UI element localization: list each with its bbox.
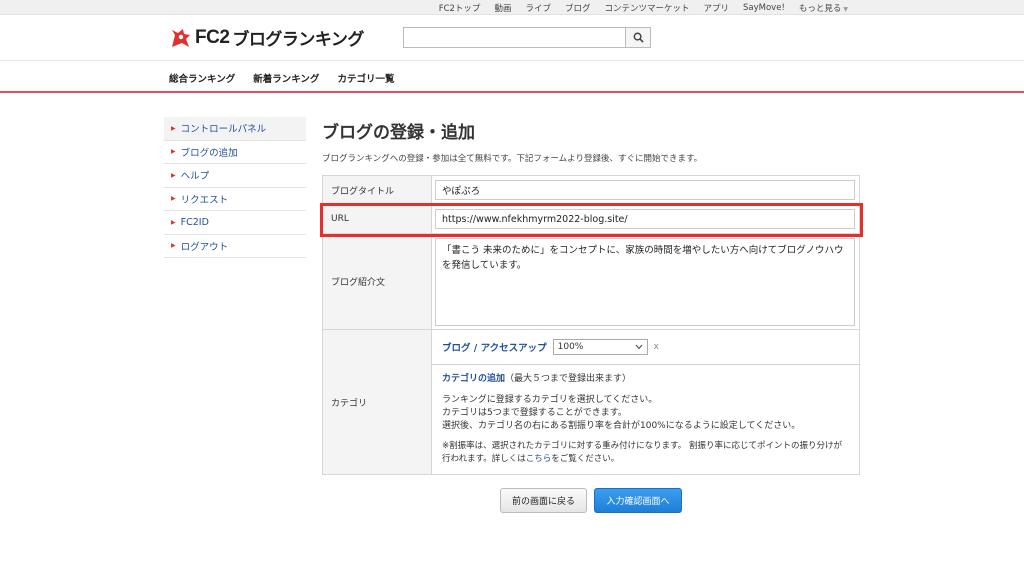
form-actions: 前の画面に戻る 入力確認画面へ: [500, 488, 682, 513]
sidebar-item-label: ヘルプ: [180, 171, 210, 183]
page-intro: ブログランキングへの登録・参加は全て無料です。下記フォームより登録後、すぐに開始…: [322, 154, 703, 164]
category-add-section: カテゴリの追加（最大５つまで登録出来ます） ランキングに登録するカテゴリを選択し…: [432, 365, 859, 474]
topnav-saymove[interactable]: SayMove!: [743, 3, 785, 13]
ratio-note-suffix: をご覧ください。: [551, 454, 620, 464]
main-nav: 総合ランキング 新着ランキング カテゴリ一覧: [0, 62, 1024, 93]
category-help-2: カテゴリは5つまで登録することができます。: [442, 408, 627, 418]
ratio-note: ※割振率は、選択されたカテゴリに対する重み付けになります。 割振り率に応じてポイ…: [442, 440, 849, 466]
add-category-note: （最大５つまで登録出来ます）: [505, 374, 632, 384]
category-help-1: ランキングに登録するカテゴリを選択してください。: [442, 395, 658, 405]
sidebar-item-help[interactable]: ▶ ヘルプ: [164, 164, 306, 188]
sidebar-item-fc2id[interactable]: ▶ FC2ID: [164, 211, 306, 235]
category-help-3: 選択後、カテゴリ名の右にある割振り率を合計が100%になるように設定してください…: [442, 421, 801, 431]
arrow-right-icon: ▶: [171, 148, 176, 156]
remove-category-button[interactable]: x: [654, 342, 659, 352]
form-row-blog-title: ブログタイトル: [323, 176, 859, 205]
description-textarea[interactable]: 「書こう 未来のために」をコンセプトに、家族の時間を増やしたい方へ向けてブログノ…: [435, 238, 855, 326]
sidebar-item-label: リクエスト: [180, 194, 229, 206]
chevron-down-icon: [635, 344, 643, 350]
add-category-link[interactable]: カテゴリの追加: [442, 374, 505, 384]
category-ratio-select[interactable]: 100%: [552, 339, 648, 355]
arrow-right-icon: ▶: [171, 195, 176, 203]
page-title: ブログの登録・追加: [322, 123, 475, 143]
topnav-video[interactable]: 動画: [494, 2, 511, 14]
topnav-more-label: もっと見る: [798, 3, 842, 14]
sidebar-item-label: コントロールパネル: [180, 124, 267, 136]
search-button[interactable]: [625, 27, 651, 48]
arrow-right-icon: ▶: [171, 124, 176, 132]
logo-fc2-text: FC2: [195, 26, 230, 48]
nav-new-ranking[interactable]: 新着ランキング: [253, 71, 319, 85]
arrow-right-icon: ▶: [171, 242, 176, 250]
arrow-right-icon: ▶: [171, 171, 176, 179]
topnav-more[interactable]: もっと見る ▼: [799, 2, 848, 14]
topnav-content-market[interactable]: コンテンツマーケット: [604, 2, 689, 14]
sidebar-item-label: FC2ID: [180, 216, 209, 228]
chevron-down-icon: ▼: [843, 5, 848, 13]
topnav-fc2top[interactable]: FC2トップ: [439, 2, 481, 14]
search-icon: [633, 32, 644, 43]
back-button[interactable]: 前の画面に戻る: [500, 488, 587, 513]
sidebar-item-request[interactable]: ▶ リクエスト: [164, 188, 306, 211]
category-ratio-value: 100%: [557, 342, 584, 352]
selected-category: ブログ / アクセスアップ 100% x: [432, 330, 859, 365]
form-row-description: ブログ紹介文 「書こう 未来のために」をコンセプトに、家族の時間を増やしたい方へ…: [323, 234, 859, 330]
sidebar: ▶ コントロールパネル ▶ ブログの追加 ▶ ヘルプ ▶ リクエスト ▶ FC2ID ▶ ロ…: [164, 117, 306, 258]
ratio-note-text: ※割振率は、選択されたカテゴリに対する重み付けになります。 割振り率に応じてポイ…: [442, 441, 842, 464]
category-name: ブログ / アクセスアップ: [442, 343, 547, 354]
arrow-right-icon: ▶: [171, 218, 176, 226]
topnav-blog[interactable]: ブログ: [565, 2, 591, 14]
sidebar-item-label: ブログの追加: [180, 147, 238, 159]
ratio-details-link[interactable]: こちら: [526, 454, 552, 464]
nav-overall-ranking[interactable]: 総合ランキング: [169, 71, 235, 85]
site-header: FC2 ブログランキング: [0, 15, 1024, 61]
url-input[interactable]: [435, 209, 855, 229]
confirm-button[interactable]: 入力確認画面へ: [594, 488, 682, 513]
nav-category-list[interactable]: カテゴリ一覧: [337, 71, 394, 85]
topnav-live[interactable]: ライブ: [525, 2, 551, 14]
search-input[interactable]: [403, 27, 625, 48]
sidebar-item-logout[interactable]: ▶ ログアウト: [164, 235, 306, 258]
category-label: カテゴリ: [323, 330, 432, 474]
sidebar-item-control-panel[interactable]: ▶ コントロールパネル: [164, 117, 306, 141]
blog-title-label: ブログタイトル: [323, 176, 432, 204]
form-row-url: URL: [323, 205, 859, 234]
top-utility-bar: FC2トップ 動画 ライブ ブログ コンテンツマーケット アプリ SayMove…: [0, 0, 1024, 15]
sidebar-item-label: ログアウト: [180, 241, 229, 253]
logo-blog-ranking-text: ブログランキング: [232, 30, 364, 50]
url-label: URL: [323, 205, 432, 233]
search-bar: [403, 27, 651, 48]
topnav-app[interactable]: アプリ: [704, 2, 730, 14]
sidebar-item-add-blog[interactable]: ▶ ブログの追加: [164, 141, 306, 164]
form-row-category: カテゴリ ブログ / アクセスアップ 100% x カテゴリの追加（最大５つまで…: [323, 330, 859, 474]
top-nav: FC2トップ 動画 ライブ ブログ コンテンツマーケット アプリ SayMove…: [439, 0, 848, 15]
blog-registration-form: ブログタイトル URL ブログ紹介文 「書こう 未来のために」をコンセプトに、家…: [322, 175, 860, 475]
site-logo[interactable]: FC2 ブログランキング: [169, 25, 364, 50]
description-label: ブログ紹介文: [323, 234, 432, 329]
fc2-mascot-logo-icon: [172, 28, 190, 47]
blog-title-input[interactable]: [435, 180, 855, 200]
